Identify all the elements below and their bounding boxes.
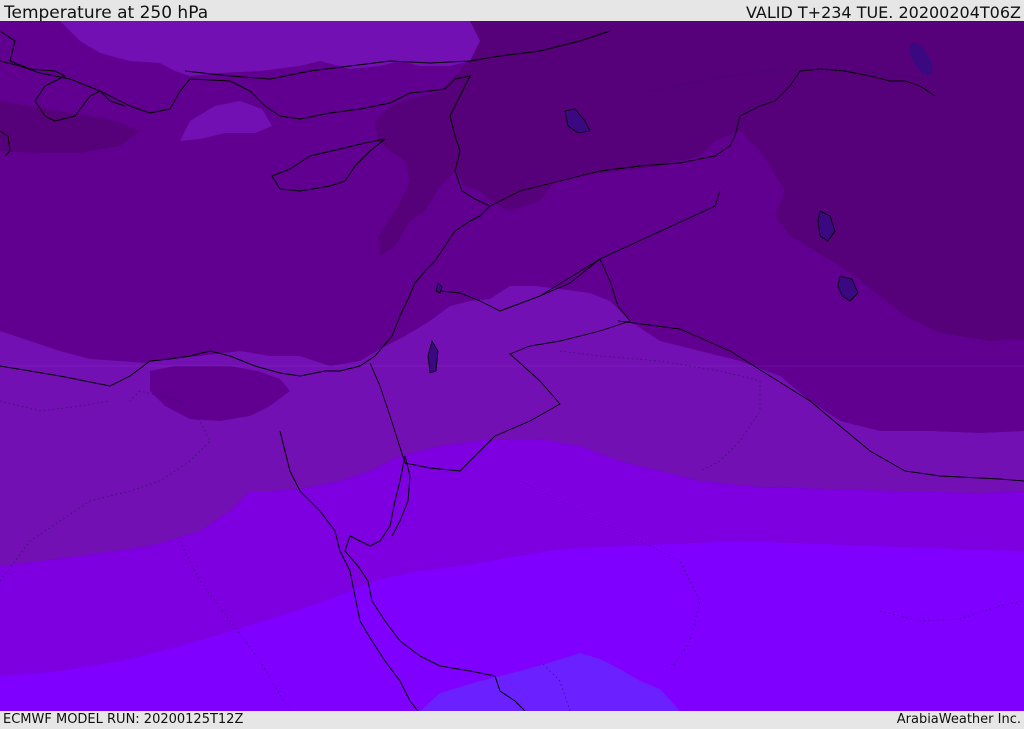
model-run-label: ECMWF MODEL RUN: 20200125T12Z: [3, 712, 244, 727]
temperature-map[interactable]: [0, 21, 1024, 711]
credit-label: ArabiaWeather Inc.: [896, 712, 1021, 727]
map-title: Temperature at 250 hPa: [4, 3, 209, 23]
header-bar: Temperature at 250 hPa VALID T+234 TUE. …: [0, 0, 1024, 23]
footer-bar: ECMWF MODEL RUN: 20200125T12Z ArabiaWeat…: [0, 711, 1024, 729]
valid-time: VALID T+234 TUE. 20200204T06Z: [745, 3, 1021, 22]
map-canvas: [0, 21, 1024, 711]
